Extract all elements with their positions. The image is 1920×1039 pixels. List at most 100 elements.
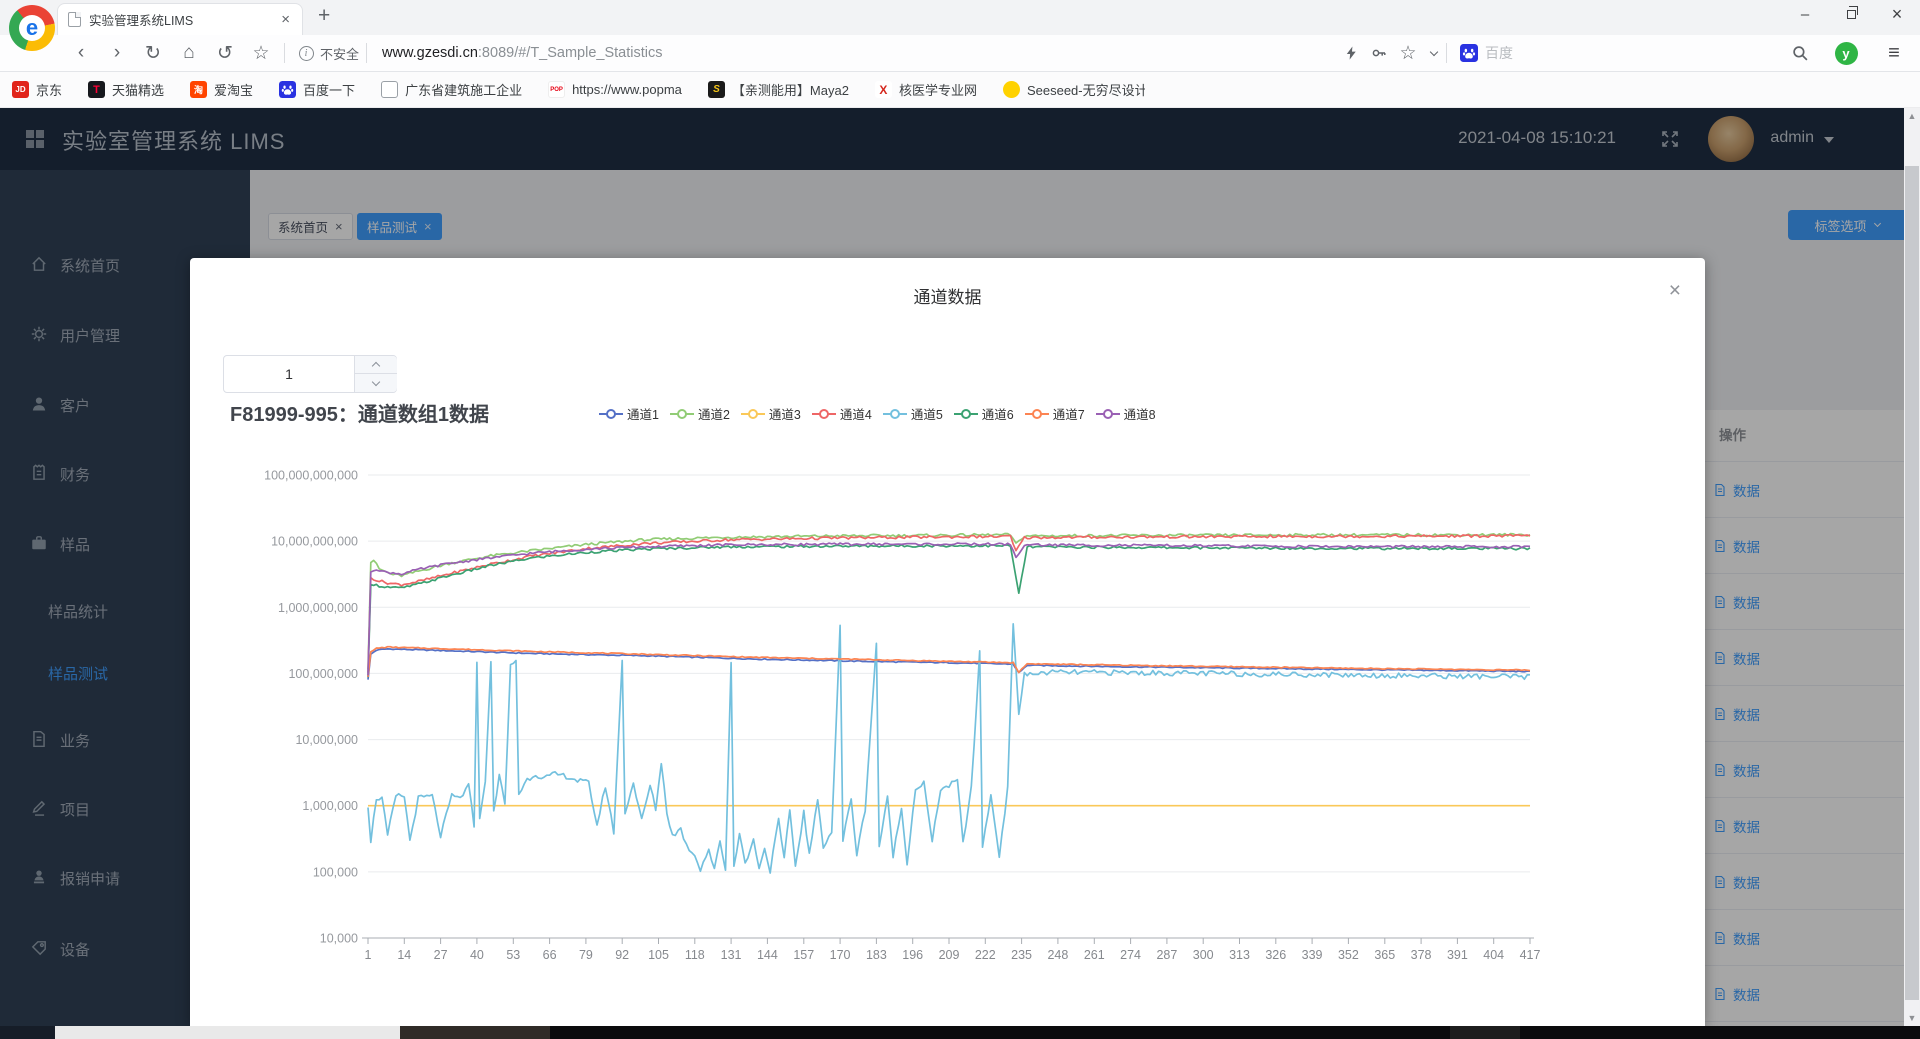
antivirus-shield-button[interactable]: y [1832, 35, 1860, 71]
favorite-star-button[interactable]: ☆ [248, 35, 274, 71]
scrollbar-thumb[interactable] [1905, 166, 1919, 1000]
number-input-value[interactable]: 1 [224, 356, 354, 392]
browser-tab-strip: 实验管理系统LIMS × + [0, 0, 1920, 35]
svg-text:339: 339 [1302, 948, 1323, 962]
dialog-title: 通道数据 [913, 288, 982, 307]
scroll-down-arrow-icon[interactable]: ▼ [1904, 1013, 1920, 1023]
page-favicon-icon [68, 12, 81, 27]
security-label[interactable]: 不安全 [320, 35, 359, 71]
window-maximize-button[interactable] [1828, 0, 1874, 28]
svg-text:274: 274 [1120, 948, 1141, 962]
svg-text:313: 313 [1229, 948, 1250, 962]
home-button[interactable]: ⌂ [176, 35, 202, 71]
legend-item-通道6[interactable]: 通道6 [953, 404, 1014, 423]
site-info-icon[interactable]: i [296, 35, 316, 71]
chevron-down-icon[interactable] [1424, 35, 1444, 71]
new-tab-button[interactable]: + [318, 4, 330, 28]
legend-line-icon [1095, 408, 1120, 419]
window-close-button[interactable]: × [1874, 0, 1920, 28]
legend-item-通道1[interactable]: 通道1 [598, 404, 659, 423]
legend-item-通道4[interactable]: 通道4 [811, 404, 872, 423]
bookmark-label: 京东 [36, 83, 63, 98]
svg-text:1,000,000: 1,000,000 [302, 799, 358, 813]
legend-item-通道5[interactable]: 通道5 [882, 404, 943, 423]
taskbar-app-button[interactable] [55, 1026, 400, 1039]
search-button[interactable] [1788, 35, 1812, 71]
history-back-icon[interactable]: ↺ [212, 35, 238, 71]
taskbar-segment [0, 1026, 55, 1039]
svg-text:14: 14 [397, 948, 411, 962]
bookmark-label: https://www.popma [572, 82, 682, 97]
svg-text:352: 352 [1338, 948, 1359, 962]
svg-text:53: 53 [506, 948, 520, 962]
bookmark-item[interactable]: JD 京东 [12, 80, 62, 99]
url-host: www.gzesdi.cn [382, 45, 478, 61]
svg-text:100,000,000: 100,000,000 [288, 667, 358, 681]
svg-text:300: 300 [1193, 948, 1214, 962]
bookmark-item[interactable]: S 【亲测能用】Maya2 [707, 80, 849, 99]
svg-text:209: 209 [939, 948, 960, 962]
svg-text:10,000,000: 10,000,000 [295, 733, 358, 747]
svg-text:248: 248 [1047, 948, 1068, 962]
legend-item-通道2[interactable]: 通道2 [669, 404, 730, 423]
number-input-decrease-button[interactable] [354, 374, 397, 392]
channel-data-dialog: 通道数据 × 1 F81999-995：通道数组1数据 通道1 通道2 通道3 通道4… [190, 258, 1705, 1026]
bookmark-item[interactable]: X 核医学专业网 [874, 80, 977, 99]
legend-item-通道7[interactable]: 通道7 [1024, 404, 1085, 423]
svg-text:417: 417 [1520, 948, 1541, 962]
bookmark-label: 【亲测能用】Maya2 [731, 83, 849, 98]
reload-button[interactable]: ↻ [140, 35, 166, 71]
svg-text:118: 118 [685, 948, 705, 962]
bookmark-star-icon[interactable]: ☆ [1396, 35, 1420, 71]
bookmark-item[interactable]: 百度一下 [279, 80, 355, 99]
back-button[interactable]: ‹ [68, 35, 94, 71]
separator [366, 43, 367, 63]
svg-text:105: 105 [648, 948, 669, 962]
address-url[interactable]: www.gzesdi.cn:8089/#/T_Sample_Statistics [382, 35, 662, 71]
bookmark-item[interactable]: T 天猫精选 [88, 80, 164, 99]
legend-label: 通道2 [697, 408, 730, 422]
tab-close-icon[interactable]: × [279, 11, 292, 28]
svg-text:157: 157 [793, 948, 814, 962]
svg-text:326: 326 [1265, 948, 1286, 962]
search-icon [1792, 45, 1807, 60]
chart-legend: 通道1 通道2 通道3 通道4 通道5 通道6 通道7 通道8 [598, 404, 1156, 423]
array-number-input[interactable]: 1 [223, 355, 397, 393]
chart-heading: F81999-995：通道数组1数据 [230, 404, 489, 426]
forward-button[interactable]: › [104, 35, 130, 71]
baidu-search-box[interactable]: 百度 [1460, 35, 1513, 71]
bookmark-item[interactable]: 淘爱淘宝 [190, 80, 253, 99]
legend-item-通道3[interactable]: 通道3 [740, 404, 801, 423]
restore-icon [1846, 6, 1858, 19]
browser-tab[interactable]: 实验管理系统LIMS × [57, 3, 303, 35]
svg-text:196: 196 [902, 948, 923, 962]
dialog-close-icon[interactable]: × [1669, 280, 1681, 301]
svg-text:100,000,000,000: 100,000,000,000 [264, 469, 358, 483]
number-input-increase-button[interactable] [354, 356, 397, 374]
svg-text:66: 66 [543, 948, 557, 962]
bookmark-item[interactable]: 广东省建筑施工企业 [381, 80, 522, 99]
flash-icon[interactable] [1340, 35, 1362, 71]
svg-text:79: 79 [579, 948, 593, 962]
bookmark-item[interactable]: POP https://www.popma [548, 81, 682, 98]
legend-item-通道8[interactable]: 通道8 [1095, 404, 1156, 423]
bookmark-item[interactable]: Seeseed-无穷尽设计 [1002, 80, 1145, 99]
page-scrollbar[interactable]: ▲ ▼ [1904, 108, 1920, 1026]
browser-logo-icon[interactable]: e [9, 5, 55, 51]
tab-title: 实验管理系统LIMS [89, 14, 194, 28]
legend-line-icon [953, 408, 978, 419]
legend-line-icon [811, 408, 836, 419]
key-icon [1372, 49, 1386, 57]
legend-line-icon [599, 408, 623, 419]
scroll-up-arrow-icon[interactable]: ▲ [1904, 111, 1920, 121]
window-controls: – × [1782, 0, 1920, 28]
browser-toolbar: ‹ › ↻ ⌂ ↺ ☆ i 不安全 www.gzesdi.cn:8089/#/T… [0, 35, 1920, 72]
svg-text:170: 170 [830, 948, 851, 962]
password-key-icon[interactable] [1366, 35, 1392, 71]
legend-label: 通道7 [1052, 408, 1085, 422]
screen: 实验管理系统LIMS × + e – × ‹ › ↻ ⌂ ↺ ☆ i 不安全 w… [0, 0, 1920, 1039]
channel-chart: 1 14 27 40 53 66 79 92 105 118 131 144 157 170 183 196 2… [190, 438, 1705, 998]
window-minimize-button[interactable]: – [1782, 0, 1828, 28]
menu-button[interactable]: ≡ [1880, 35, 1908, 71]
legend-line-icon [669, 408, 694, 419]
